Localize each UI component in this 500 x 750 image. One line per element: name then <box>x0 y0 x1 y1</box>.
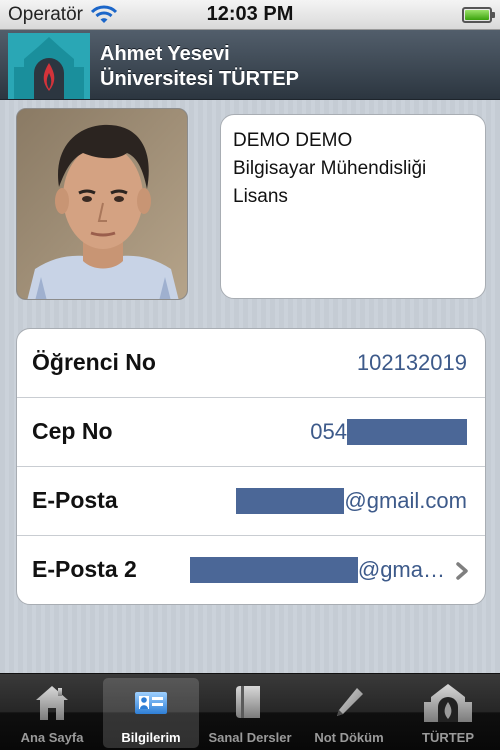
student-number-value: 102132019 <box>357 350 467 376</box>
redaction-bar <box>189 557 358 583</box>
app-header: Ahmet Yesevi Üniversitesi TÜRTEP <box>0 30 500 100</box>
student-department: Bilgisayar Mühendisliği <box>233 158 427 179</box>
tab-label: Bilgilerim <box>121 730 181 745</box>
tab-label: Sanal Dersler <box>208 730 292 745</box>
mobile-number-row: Cep No 054 <box>17 398 485 467</box>
tab-bar: Ana Sayfa Bilgilerim Sanal Dersler Not D… <box>0 673 500 750</box>
tab-turtep[interactable]: TÜRTEP <box>400 678 496 748</box>
student-info-card: DEMO DEMO Bilgisayar Mühendisliği Lisans <box>220 114 486 299</box>
student-photo <box>16 108 188 300</box>
clock: 12:03 PM <box>206 3 294 25</box>
tab-bilgilerim[interactable]: Bilgilerim <box>103 678 199 748</box>
email2-label: E-Posta 2 <box>32 556 137 582</box>
mobile-number-value: 054 <box>310 419 467 445</box>
mobile-number-text: 054 <box>310 419 347 444</box>
student-number-row: Öğrenci No 102132019 <box>17 329 485 398</box>
email-label: E-Posta <box>32 487 118 513</box>
student-name: DEMO DEMO <box>233 130 353 151</box>
redaction-bar <box>236 488 345 514</box>
email2-value: @gma… <box>189 557 445 583</box>
university-logo <box>8 33 90 99</box>
pencil-icon <box>337 688 363 716</box>
student-portrait-image <box>17 109 187 299</box>
student-details-table: Öğrenci No 102132019 Cep No 054 E-Posta … <box>16 328 486 605</box>
id-card-icon <box>135 692 167 714</box>
student-number-text: 102132019 <box>356 350 467 375</box>
book-icon <box>236 686 260 718</box>
status-bar: Operatör 12:03 PM <box>0 0 500 30</box>
redaction-bar <box>347 419 467 445</box>
home-icon <box>36 686 68 720</box>
battery-level <box>465 10 489 20</box>
tab-label: Not Döküm <box>314 730 384 745</box>
student-number-label: Öğrenci No <box>32 349 156 375</box>
header-title: Ahmet Yesevi Üniversitesi TÜRTEP <box>100 42 299 92</box>
tab-sanal-dersler[interactable]: Sanal Dersler <box>202 678 298 748</box>
mobile-number-label: Cep No <box>32 418 113 444</box>
tab-label: Ana Sayfa <box>20 730 84 745</box>
student-degree: Lisans <box>233 186 288 207</box>
tab-label: TÜRTEP <box>422 730 474 745</box>
email-value: @gmail.com <box>236 488 467 514</box>
tab-not-dokum[interactable]: Not Döküm <box>301 678 397 748</box>
chevron-right-icon <box>456 562 468 580</box>
battery-icon <box>462 7 495 23</box>
header-title-line1: Ahmet Yesevi <box>100 43 230 65</box>
email-row: E-Posta @gmail.com <box>17 467 485 536</box>
email2-row[interactable]: E-Posta 2 @gma… <box>17 536 485 604</box>
tab-ana-sayfa[interactable]: Ana Sayfa <box>4 678 100 748</box>
header-title-line2: Üniversitesi TÜRTEP <box>100 68 299 90</box>
email2-text: @gma… <box>357 557 445 582</box>
turtep-logo-icon <box>424 684 472 722</box>
email-text: @gmail.com <box>344 488 467 513</box>
